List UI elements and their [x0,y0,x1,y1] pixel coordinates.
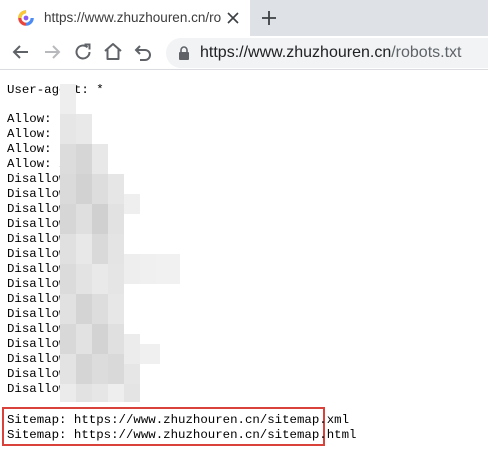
new-tab-button[interactable] [257,6,281,30]
allow-line: Allow: / [7,157,67,171]
url-text: https://www.zhuzhouren.cn/robots.txt [200,43,461,63]
undo-icon[interactable] [131,40,155,64]
sitemap-line: Sitemap: https://www.zhuzhouren.cn/sitem… [7,413,350,427]
tab-strip: https://www.zhuzhouren.cn/robots.txt [0,0,488,36]
home-icon[interactable] [101,40,125,64]
address-bar[interactable]: https://www.zhuzhouren.cn/robots.txt [166,38,488,68]
url-path: /robots.txt [391,44,462,61]
toolbar: https://www.zhuzhouren.cn/robots.txt [0,36,488,70]
close-icon[interactable] [223,8,243,28]
forward-arrow-icon[interactable] [40,40,64,64]
allow-line: Allow: [7,127,60,141]
browser-favicon-icon [18,10,34,26]
robots-txt-content: User-agent: * Allow: Allow: Allow: Allow… [0,70,488,473]
sitemap-line: Sitemap: https://www.zhuzhouren.cn/sitem… [7,428,357,442]
allow-line: Allow: [7,142,60,156]
pixelated-redaction [60,84,185,402]
active-tab[interactable]: https://www.zhuzhouren.cn/robots.txt [0,0,250,36]
reload-icon[interactable] [71,40,95,64]
lock-icon[interactable] [178,46,190,60]
back-arrow-icon[interactable] [9,40,33,64]
allow-line: Allow: [7,112,60,126]
url-host: https://www.zhuzhouren.cn [200,44,392,61]
tab-title: https://www.zhuzhouren.cn/robots.txt [44,10,222,25]
